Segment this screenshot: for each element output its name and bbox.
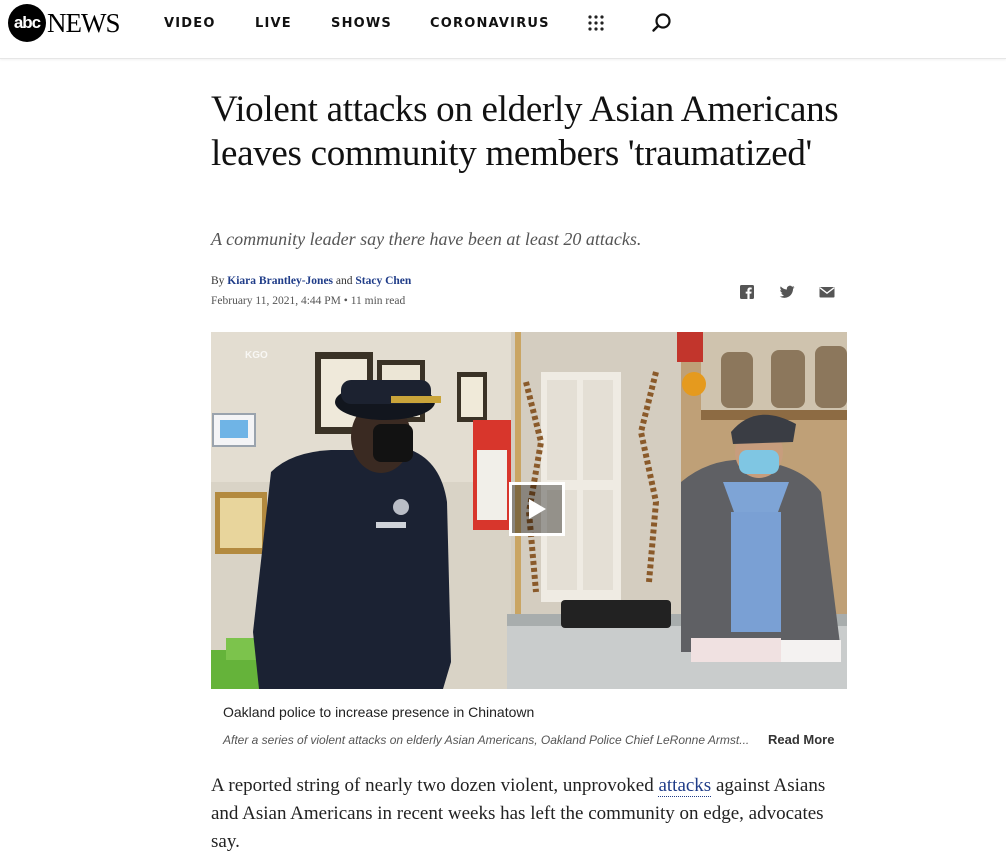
top-nav-bar: abc NEWS VIDEO LIVE SHOWS CORONAVIRUS <box>0 0 1006 59</box>
byline: By Kiara Brantley-Jones and Stacy Chen <box>211 275 411 287</box>
read-time: 11 min read <box>350 295 406 307</box>
abc-logo-mark: abc <box>8 4 46 42</box>
video-caption-description: After a series of violent attacks on eld… <box>223 733 750 747</box>
nav-coronavirus[interactable]: CORONAVIRUS <box>430 16 550 31</box>
article-headline: Violent attacks on elderly Asian America… <box>211 89 839 174</box>
play-button[interactable] <box>509 482 565 536</box>
facebook-icon[interactable] <box>738 283 756 301</box>
attacks-link[interactable]: attacks <box>658 775 712 797</box>
article-subheadline: A community leader say there have been a… <box>211 229 642 249</box>
search-icon[interactable] <box>651 12 673 34</box>
nav-video[interactable]: VIDEO <box>164 16 216 31</box>
abc-news-logo[interactable]: abc NEWS <box>8 4 120 42</box>
publish-date: February 11, 2021, 4:44 PM <box>211 295 341 307</box>
author-link-stacy[interactable]: Stacy Chen <box>355 275 411 287</box>
byline-prefix: By <box>211 275 225 287</box>
video-watermark: KGO <box>245 350 268 361</box>
grid-menu-icon[interactable] <box>587 14 605 32</box>
twitter-icon[interactable] <box>778 283 796 301</box>
byline-conjunction: and <box>335 275 353 287</box>
dateline: February 11, 2021, 4:44 PM • 11 min read <box>211 295 405 307</box>
video-player[interactable]: KGO <box>211 332 847 689</box>
author-link-kiara[interactable]: Kiara Brantley-Jones <box>227 275 333 287</box>
news-logo-text: NEWS <box>47 8 120 38</box>
email-icon[interactable] <box>818 283 836 301</box>
video-caption-title: Oakland police to increase presence in C… <box>223 704 535 720</box>
article-body-paragraph: A reported string of nearly two dozen vi… <box>211 772 841 856</box>
play-icon <box>529 499 546 519</box>
nav-shows[interactable]: SHOWS <box>331 16 392 31</box>
body-text-before-link: A reported string of nearly two dozen vi… <box>211 775 659 796</box>
nav-live[interactable]: LIVE <box>255 16 292 31</box>
dateline-separator: • <box>343 295 348 307</box>
read-more-link[interactable]: Read More <box>768 732 834 747</box>
